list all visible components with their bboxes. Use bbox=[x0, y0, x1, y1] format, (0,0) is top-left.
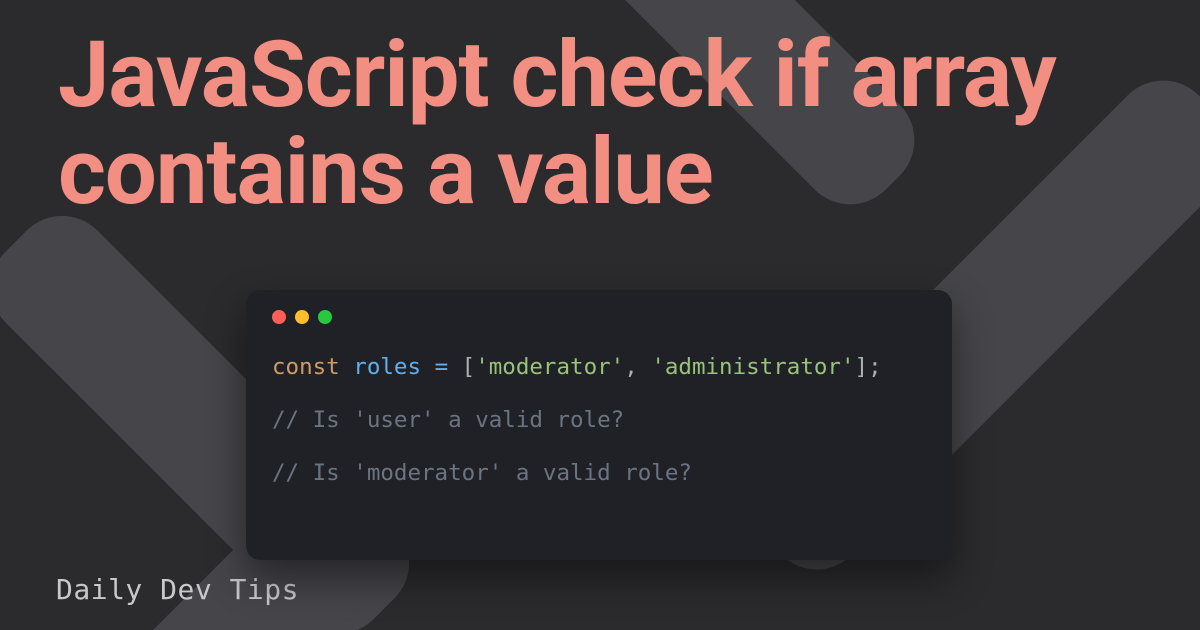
code-string: 'moderator' bbox=[475, 354, 624, 380]
code-comment: // Is 'moderator' a valid role? bbox=[272, 460, 692, 486]
minimize-icon bbox=[295, 310, 309, 324]
code-block: const roles = ['moderator', 'administrat… bbox=[272, 350, 926, 491]
close-icon bbox=[272, 310, 286, 324]
code-keyword: const bbox=[272, 354, 340, 380]
maximize-icon bbox=[318, 310, 332, 324]
code-bracket: [ bbox=[462, 354, 476, 380]
code-identifier: roles bbox=[353, 354, 421, 380]
code-semicolon: ; bbox=[868, 354, 882, 380]
code-bracket: ] bbox=[855, 354, 869, 380]
window-traffic-lights bbox=[272, 310, 926, 324]
code-card: const roles = ['moderator', 'administrat… bbox=[246, 290, 952, 560]
code-comment: // Is 'user' a valid role? bbox=[272, 407, 624, 433]
code-comma: , bbox=[624, 354, 638, 380]
brand-label: Daily Dev Tips bbox=[56, 573, 299, 606]
code-string: 'administrator' bbox=[651, 354, 854, 380]
code-operator: = bbox=[435, 354, 449, 380]
page-title: JavaScript check if array contains a val… bbox=[0, 0, 1200, 221]
